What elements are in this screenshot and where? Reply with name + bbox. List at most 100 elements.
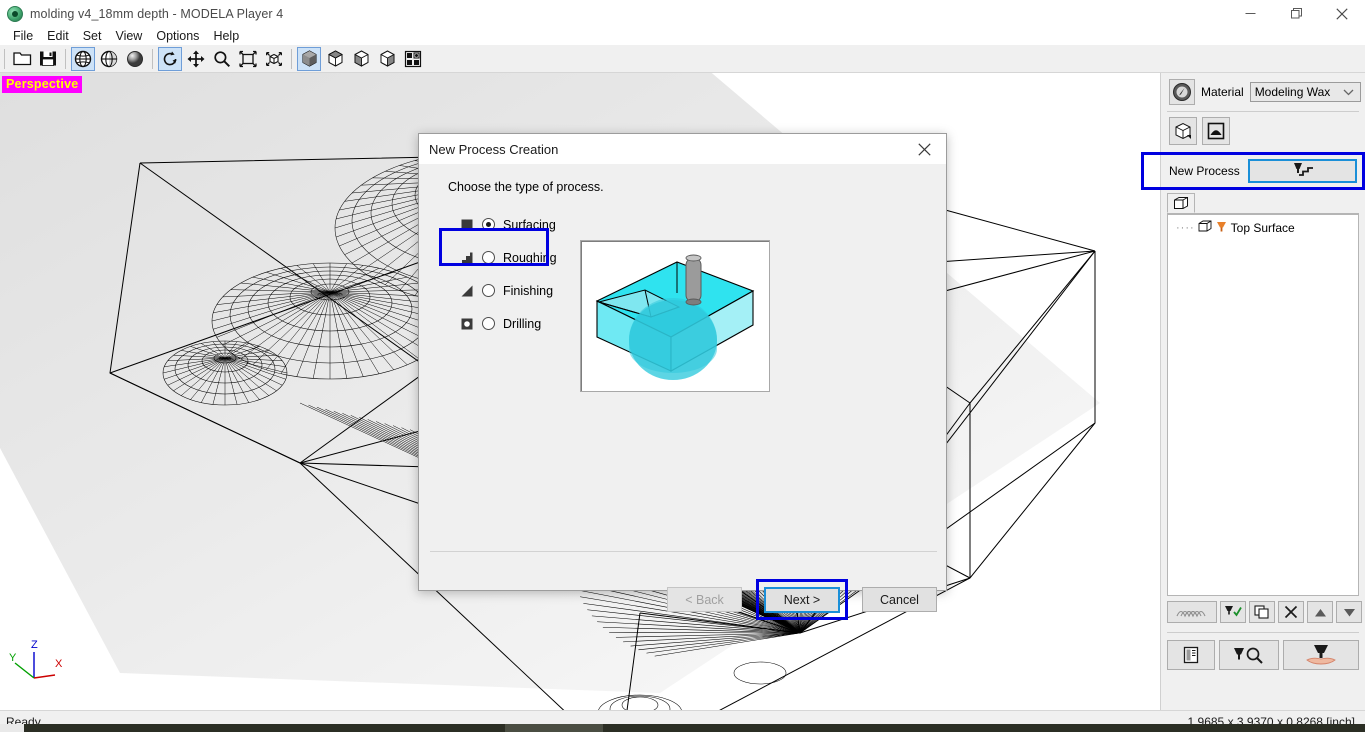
svg-text:X: X xyxy=(55,658,63,670)
minimize-icon[interactable] xyxy=(1227,0,1273,27)
option-label-drilling: Drilling xyxy=(503,316,542,331)
shaded-sphere-icon[interactable] xyxy=(123,47,147,71)
view-front-icon[interactable] xyxy=(349,47,373,71)
tree-connector: ···· xyxy=(1176,222,1195,234)
taskbar-strip xyxy=(0,724,1365,732)
menu-item-view[interactable]: View xyxy=(108,28,149,44)
option-roughing[interactable]: Roughing xyxy=(448,241,578,274)
move-up-icon[interactable] xyxy=(1307,601,1333,623)
tree-item-top-surface[interactable]: ···· Top Surface xyxy=(1170,219,1356,237)
sidebar-divider xyxy=(1167,632,1359,633)
roughing-steps-icon xyxy=(460,251,474,265)
material-label: Material xyxy=(1201,85,1244,99)
title-bar: molding v4_18mm depth - MODELA Player 4 xyxy=(0,0,1365,27)
view-top-icon[interactable] xyxy=(323,47,347,71)
copy-process-icon[interactable] xyxy=(1249,601,1275,623)
radio-drilling[interactable] xyxy=(482,317,495,330)
tool-orange-icon xyxy=(1215,220,1228,236)
model-cube-tab-icon[interactable] xyxy=(1167,193,1195,213)
preview-tool-zoom-icon[interactable] xyxy=(1219,640,1279,670)
restore-icon[interactable] xyxy=(1273,0,1319,27)
zoom-selection-icon[interactable] xyxy=(262,47,286,71)
svg-text:Z: Z xyxy=(31,639,38,651)
radio-surfacing[interactable] xyxy=(482,218,495,231)
option-finishing[interactable]: Finishing xyxy=(448,274,578,307)
tree-tab-strip xyxy=(1167,193,1359,214)
material-cutter-icon[interactable] xyxy=(1169,79,1195,105)
dialog-body: Choose the type of process. Surfacing Ro… xyxy=(419,164,946,620)
next-button[interactable]: Next > xyxy=(764,586,840,613)
toolbar-divider xyxy=(291,48,292,69)
material-row: Material Modeling Wax xyxy=(1161,73,1365,111)
model-shape-icon[interactable] xyxy=(1169,117,1197,145)
taskbar-segment xyxy=(0,724,24,732)
option-label-surfacing: Surfacing xyxy=(503,217,556,232)
open-file-icon[interactable] xyxy=(10,47,34,71)
model-surface-icon[interactable] xyxy=(1202,117,1230,145)
dialog-title-bar: New Process Creation xyxy=(419,134,946,164)
cutting-tool-step-icon xyxy=(1294,163,1314,176)
tree-item-label: Top Surface xyxy=(1230,221,1295,235)
menu-item-set[interactable]: Set xyxy=(76,28,109,44)
radio-finishing[interactable] xyxy=(482,284,495,297)
material-select-value: Modeling Wax xyxy=(1254,85,1331,99)
hidden-line-globe-icon[interactable] xyxy=(97,47,121,71)
fit-to-window-icon[interactable] xyxy=(236,47,260,71)
menu-item-file[interactable]: File xyxy=(6,28,40,44)
cut-start-icon[interactable] xyxy=(1283,640,1359,670)
finishing-triangle-icon xyxy=(460,284,474,298)
dialog-button-row: < Back Next > Cancel xyxy=(419,579,948,620)
view-right-icon[interactable] xyxy=(375,47,399,71)
edit-process-icon[interactable] xyxy=(1220,601,1246,623)
model-cube-icon xyxy=(1198,220,1212,236)
process-tree-toolbar xyxy=(1167,600,1362,624)
process-tree-panel[interactable]: ···· Top Surface xyxy=(1167,214,1359,596)
radio-roughing[interactable] xyxy=(482,251,495,264)
preview-cut-icon[interactable] xyxy=(1167,601,1217,623)
taskbar-segment xyxy=(505,724,603,732)
window-controls xyxy=(1227,0,1365,27)
surfacing-preview-illustration xyxy=(580,240,770,392)
rotate-view-icon[interactable] xyxy=(158,46,182,71)
new-process-creation-dialog: New Process Creation Choose the type of … xyxy=(418,133,947,620)
close-icon[interactable] xyxy=(1319,0,1365,27)
toolbar-divider xyxy=(152,48,153,69)
toolbar-divider xyxy=(65,48,66,69)
next-button-wrapper: Next > xyxy=(756,579,848,620)
view-perspective-icon[interactable] xyxy=(297,46,321,71)
wireframe-globe-icon[interactable] xyxy=(71,46,95,71)
perspective-label: Perspective xyxy=(2,76,83,93)
surfacing-square-icon xyxy=(460,218,474,232)
option-label-finishing: Finishing xyxy=(503,283,554,298)
toolbar-divider xyxy=(4,48,5,69)
material-select[interactable]: Modeling Wax xyxy=(1249,82,1361,102)
delete-process-icon[interactable] xyxy=(1278,601,1304,623)
option-drilling[interactable]: Drilling xyxy=(448,307,578,340)
new-process-row: New Process xyxy=(1161,152,1365,190)
pan-view-icon[interactable] xyxy=(184,47,208,71)
right-sidebar: Material Modeling Wax New Process ···· T… xyxy=(1141,73,1365,710)
view-multi-icon[interactable] xyxy=(401,47,425,71)
main-toolbar xyxy=(0,45,1365,73)
zoom-view-icon[interactable] xyxy=(210,47,234,71)
dialog-prompt: Choose the type of process. xyxy=(448,180,604,194)
chevron-down-icon xyxy=(1343,85,1354,99)
cancel-button[interactable]: Cancel xyxy=(862,587,937,612)
close-icon[interactable] xyxy=(902,134,946,164)
dialog-title: New Process Creation xyxy=(429,141,559,157)
svg-text:Y: Y xyxy=(9,652,17,664)
option-label-roughing: Roughing xyxy=(503,250,557,265)
move-down-icon[interactable] xyxy=(1336,601,1362,623)
menu-item-help[interactable]: Help xyxy=(206,28,246,44)
back-button[interactable]: < Back xyxy=(667,587,742,612)
new-process-label: New Process xyxy=(1169,164,1240,178)
bottom-action-row xyxy=(1167,640,1359,670)
option-surfacing[interactable]: Surfacing xyxy=(448,208,578,241)
new-process-section: New Process xyxy=(1141,152,1365,190)
menu-item-edit[interactable]: Edit xyxy=(40,28,76,44)
modela-player-window: molding v4_18mm depth - MODELA Player 4 … xyxy=(0,0,1365,732)
new-process-button[interactable] xyxy=(1247,159,1357,183)
menu-item-options[interactable]: Options xyxy=(149,28,206,44)
model-info-icon[interactable] xyxy=(1167,640,1215,670)
save-file-icon[interactable] xyxy=(36,47,60,71)
